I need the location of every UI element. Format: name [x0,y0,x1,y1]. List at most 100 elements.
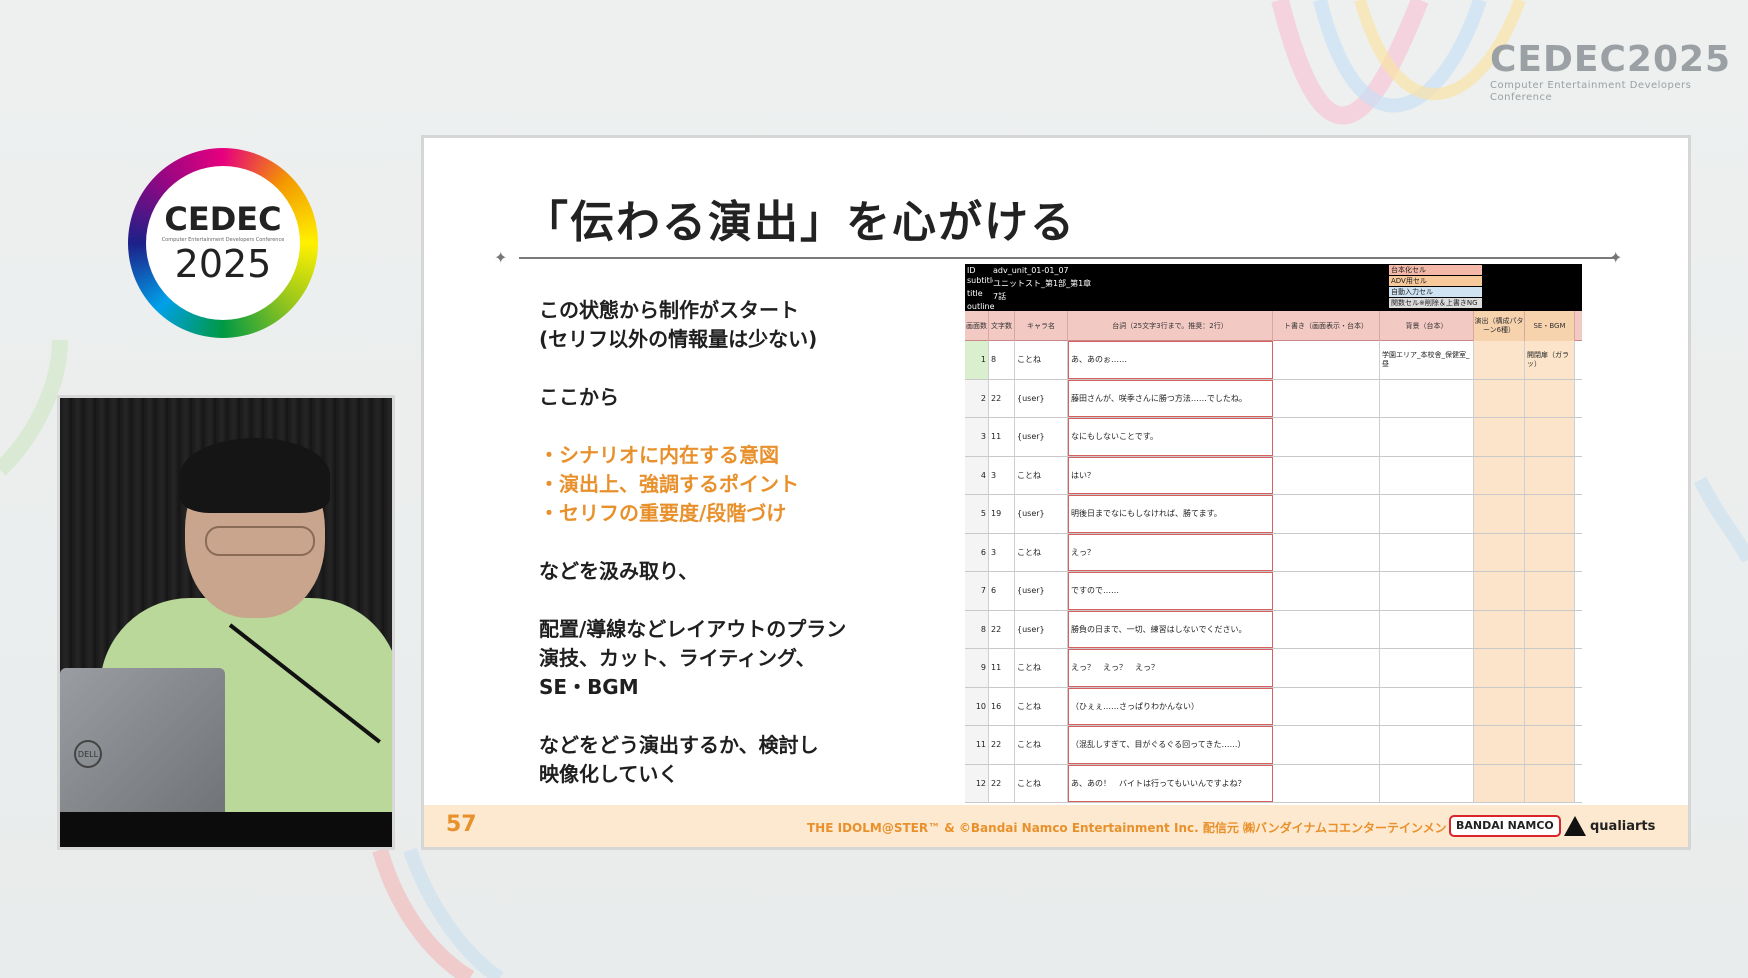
table-cell[interactable] [1525,418,1575,456]
table-cell[interactable] [1380,379,1474,417]
table-cell[interactable] [1474,341,1525,379]
table-cell[interactable]: 3 [965,418,989,456]
table-row[interactable]: 9 11 ことね えっ？ えっ？ えっ？ [965,649,1582,688]
table-cell[interactable]: ことね [1015,456,1068,494]
table-cell[interactable] [1474,764,1525,802]
table-cell[interactable] [1474,418,1525,456]
table-cell[interactable] [1380,764,1474,802]
table-cell[interactable]: 16 [989,687,1015,725]
table-cell[interactable] [1525,379,1575,417]
table-cell[interactable]: 明後日までなにもしなければ、勝てます。 [1068,495,1273,533]
table-cell[interactable] [1380,726,1474,764]
table-cell[interactable] [1474,649,1525,687]
table-cell[interactable]: 3 [989,533,1015,571]
table-cell[interactable]: 6 [989,572,1015,610]
table-cell[interactable] [1474,572,1525,610]
table-cell[interactable] [1380,456,1474,494]
table-cell[interactable] [1474,379,1525,417]
table-cell[interactable]: 藤田さんが、咲季さんに勝つ方法……でしたね。 [1068,379,1273,417]
table-cell[interactable]: 11 [965,726,989,764]
table-cell[interactable] [1380,495,1474,533]
table-cell[interactable]: 11 [989,418,1015,456]
table-cell[interactable] [1525,495,1575,533]
table-cell[interactable]: 開閉扉（ガラッ） [1525,341,1575,379]
table-cell[interactable] [1525,764,1575,802]
table-row[interactable]: 5 19 {user} 明後日までなにもしなければ、勝てます。 [965,495,1582,534]
table-cell[interactable] [1273,418,1380,456]
table-cell[interactable]: 22 [989,610,1015,648]
table-cell[interactable]: 9 [965,649,989,687]
table-row[interactable]: 8 22 {user} 勝負の日まで、一切、練習はしないでください。 [965,610,1582,649]
table-cell[interactable] [1273,726,1380,764]
table-cell[interactable]: 12 [965,764,989,802]
table-cell[interactable]: 22 [989,379,1015,417]
table-cell[interactable] [1525,456,1575,494]
table-cell[interactable]: はい？ [1068,456,1273,494]
table-row[interactable]: 12 22 ことね あ、あの！ バイトは行ってもいいんですよね？ [965,764,1582,803]
table-cell[interactable]: 7 [965,572,989,610]
table-cell[interactable]: 22 [989,764,1015,802]
table-cell[interactable] [1380,533,1474,571]
table-cell[interactable]: 1 [965,341,989,379]
table-row[interactable]: 1 8 ことね あ、あのぉ…… 学園エリア_本校舎_保健室_昼 開閉扉（ガラッ） [965,341,1582,380]
table-cell[interactable] [1380,610,1474,648]
table-row[interactable]: 3 11 {user} なにもしないことです。 [965,418,1582,457]
table-cell[interactable] [1273,495,1380,533]
table-cell[interactable]: 10 [965,687,989,725]
table-cell[interactable] [1380,572,1474,610]
table-row[interactable]: 10 16 ことね （ひぇぇ……さっぱりわかんない） [965,687,1582,726]
table-cell[interactable] [1474,533,1525,571]
table-row[interactable]: 7 6 {user} ですので…… [965,572,1582,611]
table-cell[interactable] [1474,456,1525,494]
table-cell[interactable]: ことね [1015,649,1068,687]
table-cell[interactable]: 11 [989,649,1015,687]
table-cell[interactable]: 学園エリア_本校舎_保健室_昼 [1380,341,1474,379]
table-cell[interactable]: なにもしないことです。 [1068,418,1273,456]
table-cell[interactable]: ことね [1015,533,1068,571]
table-cell[interactable] [1273,533,1380,571]
table-cell[interactable]: 3 [989,456,1015,494]
table-cell[interactable]: ことね [1015,687,1068,725]
table-cell[interactable] [1525,533,1575,571]
table-cell[interactable] [1273,379,1380,417]
table-cell[interactable]: 8 [965,610,989,648]
table-row[interactable]: 2 22 {user} 藤田さんが、咲季さんに勝つ方法……でしたね。 [965,379,1582,418]
table-cell[interactable]: {user} [1015,495,1068,533]
table-cell[interactable]: えっ？ えっ？ えっ？ [1068,649,1273,687]
table-cell[interactable] [1273,572,1380,610]
table-row[interactable]: 6 3 ことね えっ？ [965,533,1582,572]
table-cell[interactable] [1273,649,1380,687]
table-cell[interactable] [1525,610,1575,648]
table-cell[interactable]: 6 [965,533,989,571]
table-cell[interactable]: 5 [965,495,989,533]
table-cell[interactable] [1273,764,1380,802]
table-cell[interactable]: ことね [1015,341,1068,379]
table-cell[interactable]: 2 [965,379,989,417]
table-cell[interactable]: {user} [1015,610,1068,648]
table-cell[interactable]: 22 [989,726,1015,764]
table-cell[interactable]: 19 [989,495,1015,533]
table-cell[interactable] [1273,341,1380,379]
table-cell[interactable]: ですので…… [1068,572,1273,610]
table-cell[interactable]: あ、あのぉ…… [1068,341,1273,379]
table-cell[interactable] [1474,687,1525,725]
table-cell[interactable]: 4 [965,456,989,494]
table-row[interactable]: 4 3 ことね はい？ [965,456,1582,495]
table-cell[interactable]: （ひぇぇ……さっぱりわかんない） [1068,687,1273,725]
table-cell[interactable] [1525,687,1575,725]
table-cell[interactable]: {user} [1015,379,1068,417]
table-cell[interactable]: （混乱しすぎて、目がぐるぐる回ってきた……） [1068,726,1273,764]
table-cell[interactable]: {user} [1015,572,1068,610]
table-cell[interactable] [1525,726,1575,764]
table-cell[interactable] [1474,726,1525,764]
table-cell[interactable] [1380,687,1474,725]
table-cell[interactable]: ことね [1015,726,1068,764]
table-cell[interactable]: 勝負の日まで、一切、練習はしないでください。 [1068,610,1273,648]
table-cell[interactable]: えっ？ [1068,533,1273,571]
table-cell[interactable]: あ、あの！ バイトは行ってもいいんですよね？ [1068,764,1273,802]
table-cell[interactable] [1474,495,1525,533]
table-cell[interactable] [1380,649,1474,687]
table-cell[interactable] [1525,649,1575,687]
table-cell[interactable] [1525,572,1575,610]
table-cell[interactable] [1273,456,1380,494]
